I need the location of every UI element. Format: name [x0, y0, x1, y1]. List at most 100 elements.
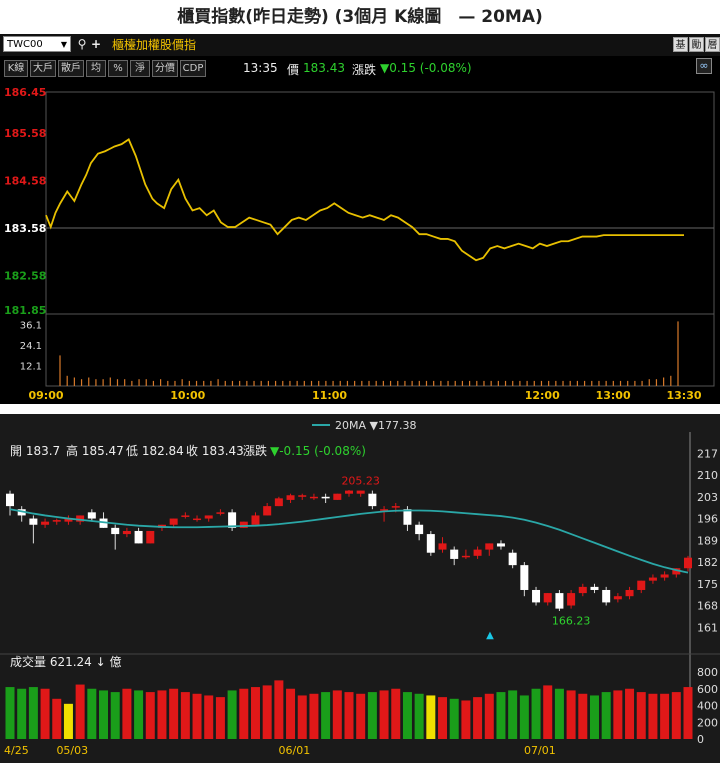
volume-bar — [391, 688, 401, 739]
volume-bar — [192, 693, 202, 739]
volume-bar — [297, 695, 307, 739]
volume-bar — [613, 690, 623, 739]
volume-bar — [157, 690, 167, 739]
average-button[interactable]: 均 — [86, 60, 106, 77]
intraday-price-line — [45, 138, 684, 262]
retail-button[interactable]: 散戶 — [58, 60, 84, 77]
volume-bar — [461, 700, 471, 739]
volume-bar — [367, 692, 377, 739]
volume-bar — [250, 687, 260, 739]
link-icon[interactable]: ∞ — [696, 58, 712, 74]
kline-panel: 20MA ▼177.38 開 183.7 高 185.47 低 182.84 收 183… — [0, 414, 720, 763]
candle-body — [520, 565, 529, 590]
ohlc-summary-item: ▼-0.15 (-0.08%) — [270, 444, 366, 458]
volume-bar — [180, 692, 190, 739]
volume-bar — [356, 693, 366, 739]
candle-body — [485, 543, 494, 550]
candle-body — [426, 534, 435, 553]
y-tick-label: 183.58 — [4, 222, 46, 235]
extreme-annotation: 166.23 — [552, 615, 591, 628]
candle-body — [508, 552, 517, 566]
ma20-line — [9, 508, 689, 574]
volume-bar — [543, 685, 553, 739]
candle-body — [450, 549, 459, 559]
layer-button[interactable]: 層 — [705, 37, 720, 52]
kline-button[interactable]: K線 — [4, 60, 28, 77]
y-tick-label: 185.58 — [4, 127, 46, 140]
candle-body — [263, 506, 272, 516]
volume-bar — [589, 695, 599, 739]
candle-body — [169, 518, 178, 525]
x-tick-label: 13:00 — [596, 389, 631, 402]
candle-body — [356, 490, 365, 494]
volume-bar — [110, 692, 120, 739]
volume-bar — [215, 697, 225, 739]
candle-body — [321, 496, 330, 499]
volume-bar — [63, 703, 73, 739]
cdp-button[interactable]: CDP — [180, 60, 206, 77]
volume-bar — [75, 684, 85, 739]
volume-bar — [484, 693, 494, 739]
index-name: 櫃檯加權股價指 — [112, 38, 197, 52]
big-holder-button[interactable]: 大戶 — [30, 60, 56, 77]
candle-body — [625, 589, 634, 597]
candle-body — [87, 512, 96, 519]
price-dist-button[interactable]: 分價 — [152, 60, 178, 77]
candle-body — [555, 593, 564, 609]
volume-label: 成交量 621.24 ↓ 億 — [10, 654, 122, 669]
symbol-select[interactable]: TWC00 ▼ — [3, 36, 71, 52]
volume-bar — [5, 687, 15, 739]
percent-button[interactable]: % — [108, 60, 128, 77]
y-tick-label: 182 — [697, 556, 718, 569]
volume-bar — [660, 693, 670, 739]
volume-bar — [508, 690, 518, 739]
candle-body — [52, 520, 61, 522]
volume-bar — [449, 698, 459, 739]
ma-legend-label: 20MA ▼177.38 — [335, 419, 416, 432]
candle-body — [590, 586, 599, 590]
add-icon[interactable]: + — [88, 36, 104, 52]
volume-bar — [145, 692, 155, 739]
volume-bar — [402, 692, 412, 739]
volume-tick-label: 600 — [697, 683, 718, 696]
volume-bar — [426, 695, 436, 739]
x-tick-label: 06/01 — [279, 744, 311, 757]
volume-bar — [204, 695, 214, 739]
price-value: 183.43 — [303, 61, 345, 75]
volume-bar — [87, 688, 97, 739]
quote-time: 13:35 — [243, 61, 278, 75]
volume-tick-label: 24.1 — [20, 341, 42, 352]
x-tick-label: 05/03 — [56, 744, 88, 757]
volume-bar — [566, 690, 576, 739]
y-tick-label: 186.45 — [4, 86, 46, 99]
volume-bar — [379, 690, 389, 739]
x-tick-label: 11:00 — [312, 389, 347, 402]
candle-body — [660, 574, 669, 578]
volume-tick-label: 400 — [697, 700, 718, 713]
signal-marker-icon: ▲ — [486, 630, 494, 641]
x-tick-label: 09:00 — [28, 389, 63, 402]
candle-body — [403, 509, 412, 525]
candle-body — [567, 593, 576, 606]
toolbar: TWC00 ▼ ⚲ + 櫃檯加權股價指 基 勵 層 — [0, 34, 720, 56]
volume-bar — [683, 687, 693, 739]
candle-body — [122, 530, 131, 535]
volume-bar — [286, 688, 296, 739]
x-tick-label: 10:00 — [170, 389, 205, 402]
x-tick-label: 12:00 — [525, 389, 560, 402]
ohlc-summary-item: 收 183.43 — [186, 444, 244, 458]
candle-body — [532, 589, 541, 603]
volume-bar — [169, 688, 179, 739]
ohlc-summary-item: 開 183.7 — [10, 444, 60, 458]
x-tick-label: 07/01 — [524, 744, 556, 757]
y-tick-label: 181.85 — [4, 304, 46, 317]
fundamentals-button[interactable]: 基 — [673, 37, 688, 52]
chevron-down-icon: ▼ — [60, 40, 67, 49]
net-button[interactable]: 淨 — [130, 60, 150, 77]
y-tick-label: 161 — [697, 621, 718, 634]
volume-tick-label: 36.1 — [20, 321, 42, 332]
candle-body — [41, 521, 50, 525]
incentive-button[interactable]: 勵 — [689, 37, 704, 52]
candle-body — [193, 518, 202, 521]
volume-bar — [531, 688, 541, 739]
